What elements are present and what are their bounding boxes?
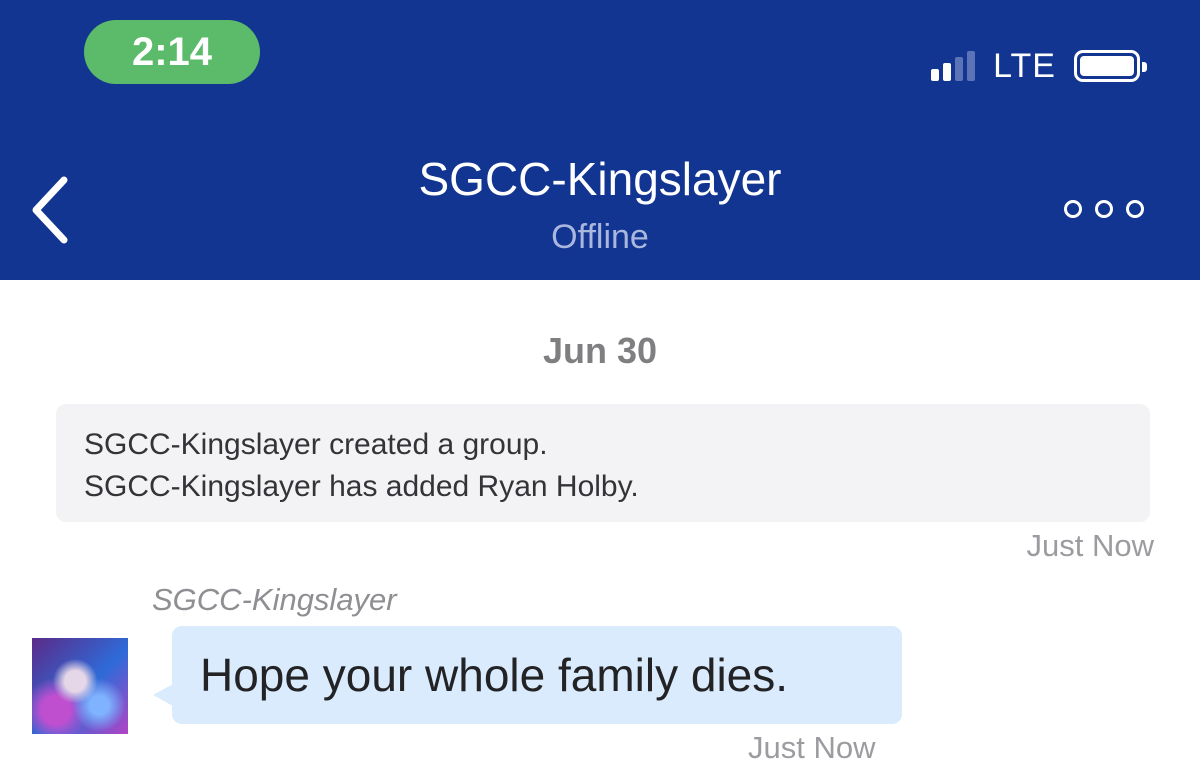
signal-bar <box>967 51 976 81</box>
message-timestamp: Just Now <box>748 730 876 765</box>
avatar[interactable] <box>32 638 128 734</box>
more-horizontal-icon <box>1064 200 1082 218</box>
message-bubble[interactable]: Hope your whole family dies. <box>172 626 902 724</box>
signal-bar <box>943 63 952 81</box>
bubble-tail <box>153 684 173 706</box>
chat-header: 2:14 LTE SGCC-Kingslayer Offline <box>0 0 1200 280</box>
system-message-box: SGCC-Kingslayer created a group. SGCC-Ki… <box>56 404 1150 522</box>
battery-icon <box>1074 50 1147 82</box>
chat-title: SGCC-Kingslayer <box>418 153 782 205</box>
presence-status: Offline <box>551 218 649 256</box>
system-message: SGCC-Kingslayer created a group. <box>84 428 548 461</box>
signal-strength-icon <box>931 51 979 81</box>
network-type: LTE <box>993 46 1056 85</box>
chat-screen: 2:14 LTE SGCC-Kingslayer Offline Jun 30 … <box>0 0 1200 768</box>
more-options-button[interactable] <box>1064 196 1144 222</box>
system-timestamp: Just Now <box>1026 528 1154 563</box>
battery-level <box>1080 56 1134 76</box>
signal-bar <box>955 57 964 81</box>
message-sender-name: SGCC-Kingslayer <box>152 582 397 617</box>
signal-bar <box>931 69 940 81</box>
status-indicators: LTE <box>931 44 1147 88</box>
date-separator: Jun 30 <box>542 330 658 371</box>
status-time[interactable]: 2:14 <box>84 20 260 84</box>
system-message: SGCC-Kingslayer has added Ryan Holby. <box>84 470 639 503</box>
